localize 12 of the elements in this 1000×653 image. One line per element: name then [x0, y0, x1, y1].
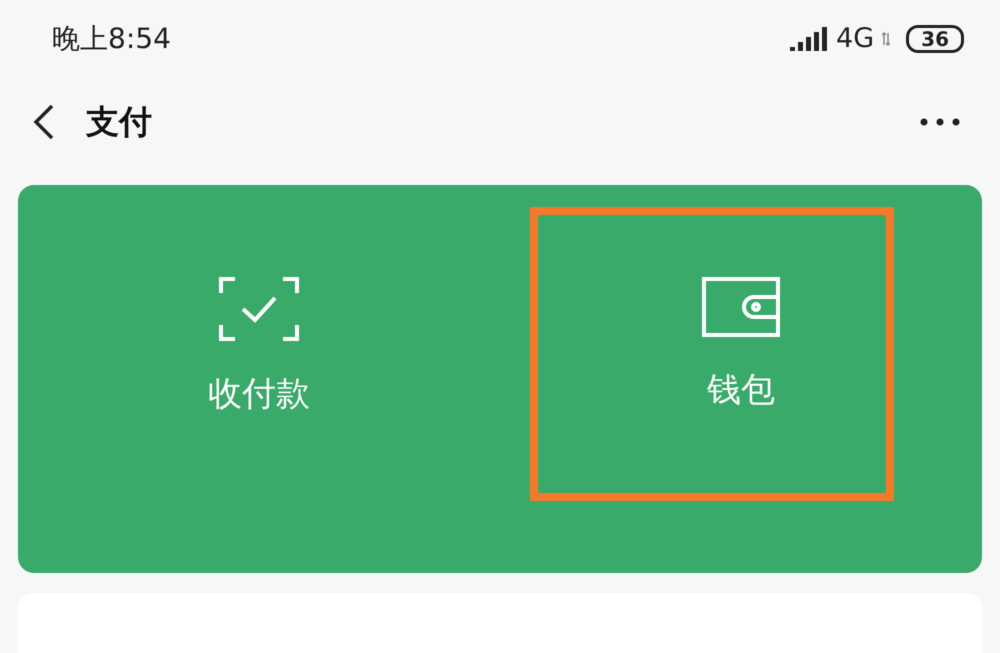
- signal-icon: [790, 27, 828, 52]
- pay-tile[interactable]: 收付款: [208, 277, 310, 420]
- back-icon[interactable]: [32, 104, 54, 140]
- pay-tile[interactable]: 钱包: [702, 277, 780, 416]
- more-icon[interactable]: [920, 118, 960, 126]
- scan-check-icon: [219, 277, 299, 341]
- battery-indicator: 36: [906, 25, 964, 54]
- wallet-icon: [702, 277, 780, 337]
- page-title: 支付: [86, 100, 152, 143]
- network-label: 4G: [836, 22, 874, 56]
- data-arrows-icon: [882, 32, 890, 46]
- status-time: 晚上8:54: [52, 21, 171, 58]
